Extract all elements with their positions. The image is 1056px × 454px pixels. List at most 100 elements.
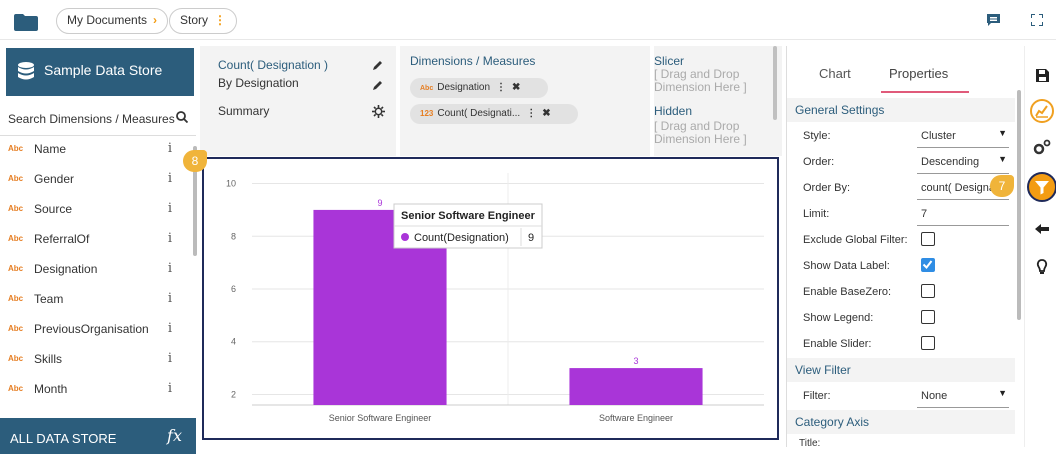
y-tick-label: 2 [231,389,236,399]
field-item-month[interactable]: Abc Month i [0,375,190,405]
property-row-enableslider[interactable]: Enable Slider: [799,332,1009,358]
field-item-referralof[interactable]: Abc ReferralOf i [0,225,190,255]
summary-label[interactable]: Summary [218,104,269,118]
info-icon[interactable]: i [168,261,172,276]
dimensions-measures-column: Dimensions / Measures Abc Designation ⋮ ✖ 1… [400,46,650,156]
property-value: Descending [921,156,980,168]
info-icon[interactable]: i [168,291,172,306]
field-item-source[interactable]: Abc Source i [0,195,190,225]
more-options-icon[interactable]: ⋮ [526,108,536,119]
data-label: 9 [377,198,382,208]
tab-properties[interactable]: Properties [889,66,948,81]
field-label: Source [34,202,73,216]
dimension-pill-designation[interactable]: Abc Designation ⋮ ✖ [410,78,548,98]
section-view-filter[interactable]: View Filter [787,358,1015,382]
more-options-icon[interactable]: ⋮ [496,82,506,93]
edit-pencil-icon[interactable] [372,79,384,91]
property-label: Show Legend: [803,312,874,324]
property-label: Order: [803,156,835,168]
tab-chart[interactable]: Chart [819,66,851,81]
info-icon[interactable]: i [168,171,172,186]
property-row-style[interactable]: Style: Cluster ▼ [799,124,1009,150]
property-label: Enable Slider: [803,338,872,350]
info-icon[interactable]: i [168,231,172,246]
fx-formula-icon[interactable]: fx [167,426,182,445]
measure-title[interactable]: Count( Designation ) [218,58,328,72]
field-item-name[interactable]: Abc Name i [0,135,190,165]
chart-container[interactable]: 2 4 6 8 10 9 Senior Software Engineer 3 Software… [202,157,779,440]
bulb-icon[interactable] [1029,254,1055,280]
property-row-excludeglobalfilter[interactable]: Exclude Global Filter: [799,228,1009,254]
gear-icon[interactable] [372,105,385,118]
field-underline [917,173,1009,174]
save-icon[interactable] [1029,62,1055,88]
checkbox[interactable] [921,258,935,272]
slicer-title: Slicer [654,54,685,68]
checkbox[interactable] [921,284,935,298]
tooltip-value: 9 [528,232,534,244]
tooltip-title: Senior Software Engineer [401,210,536,222]
data-store-panel: Sample Data Store Search Dimensions / Me… [0,46,200,454]
property-label: Style: [803,130,831,142]
data-store-header[interactable]: Sample Data Store [6,48,194,96]
top-bar: My Documents › Story ⋮ [0,0,1056,40]
checkbox[interactable] [921,310,935,324]
filter-icon[interactable] [1027,172,1056,202]
text-type-icon: Abc [8,234,24,243]
comment-icon[interactable] [987,14,1000,26]
text-type-icon: Abc [8,294,24,303]
search-icon[interactable] [176,111,188,123]
gears-icon[interactable] [1029,134,1055,160]
bar-chart[interactable]: 2 4 6 8 10 9 Senior Software Engineer 3 Software… [204,159,777,438]
hidden-drop-zone[interactable]: [ Drag and Drop Dimension Here ] [654,120,766,156]
info-icon[interactable]: i [168,141,172,156]
slicer-drop-zone[interactable]: [ Drag and Drop Dimension Here ] [654,68,766,94]
field-item-previousorganisation[interactable]: Abc PreviousOrganisation i [0,315,190,345]
search-field[interactable]: Search Dimensions / Measures [0,102,196,136]
property-row-showlegend[interactable]: Show Legend: [799,306,1009,332]
x-tick-label: Software Engineer [599,413,673,423]
property-row-orderby[interactable]: Order By: count( Designa... [799,176,1009,202]
filter-label: Filter: [803,390,831,402]
info-icon[interactable]: i [168,381,172,396]
field-item-gender[interactable]: Abc Gender i [0,165,190,195]
text-type-icon: Abc [8,264,24,273]
back-arrow-icon[interactable] [1029,216,1055,242]
property-row-enablebasezero[interactable]: Enable BaseZero: [799,280,1009,306]
section-category-axis[interactable]: Category Axis [787,410,1015,434]
info-icon[interactable]: i [168,201,172,216]
checkbox[interactable] [921,232,935,246]
fullscreen-icon[interactable] [1031,14,1043,26]
section-general-settings[interactable]: General Settings [787,98,1015,122]
breadcrumb-story[interactable]: Story ⋮ [169,8,238,34]
data-store-title: Sample Data Store [44,62,163,78]
breadcrumb-my-documents[interactable]: My Documents › [56,8,169,34]
measure-pill-count-designation[interactable]: 123 Count( Designati... ⋮ ✖ [410,104,578,124]
chart-icon[interactable] [1029,98,1055,124]
by-designation-label[interactable]: By Designation [218,76,299,90]
info-icon[interactable]: i [168,321,172,336]
bar[interactable] [569,368,703,405]
chart-config-bar: Count( Designation ) By Designation Summ… [200,46,782,156]
text-type-icon: Abc [8,354,24,363]
properties-scrollbar[interactable] [1017,90,1021,320]
field-item-designation[interactable]: Abc Designation i [0,255,190,285]
config-scrollbar[interactable] [773,46,777,120]
property-row-order[interactable]: Order: Descending ▼ [799,150,1009,176]
edit-pencil-icon[interactable] [372,59,384,71]
info-icon[interactable]: i [168,351,172,366]
property-row-limit[interactable]: Limit: 7 [799,202,1009,228]
folder-icon[interactable] [14,14,38,31]
pill-label: Designation [437,82,491,93]
tooltip-swatch [401,233,409,241]
all-data-store-button[interactable]: ALL DATA STORE fx [0,418,196,454]
remove-icon[interactable]: ✖ [512,82,520,93]
property-label: Exclude Global Filter: [803,234,908,246]
field-item-skills[interactable]: Abc Skills i [0,345,190,375]
filter-select[interactable]: Filter: None ▼ [799,384,1009,410]
field-item-team[interactable]: Abc Team i [0,285,190,315]
remove-icon[interactable]: ✖ [542,108,550,119]
checkbox[interactable] [921,336,935,350]
property-row-showdatalabel[interactable]: Show Data Label: [799,254,1009,280]
more-options-icon[interactable]: ⋮ [214,13,226,27]
